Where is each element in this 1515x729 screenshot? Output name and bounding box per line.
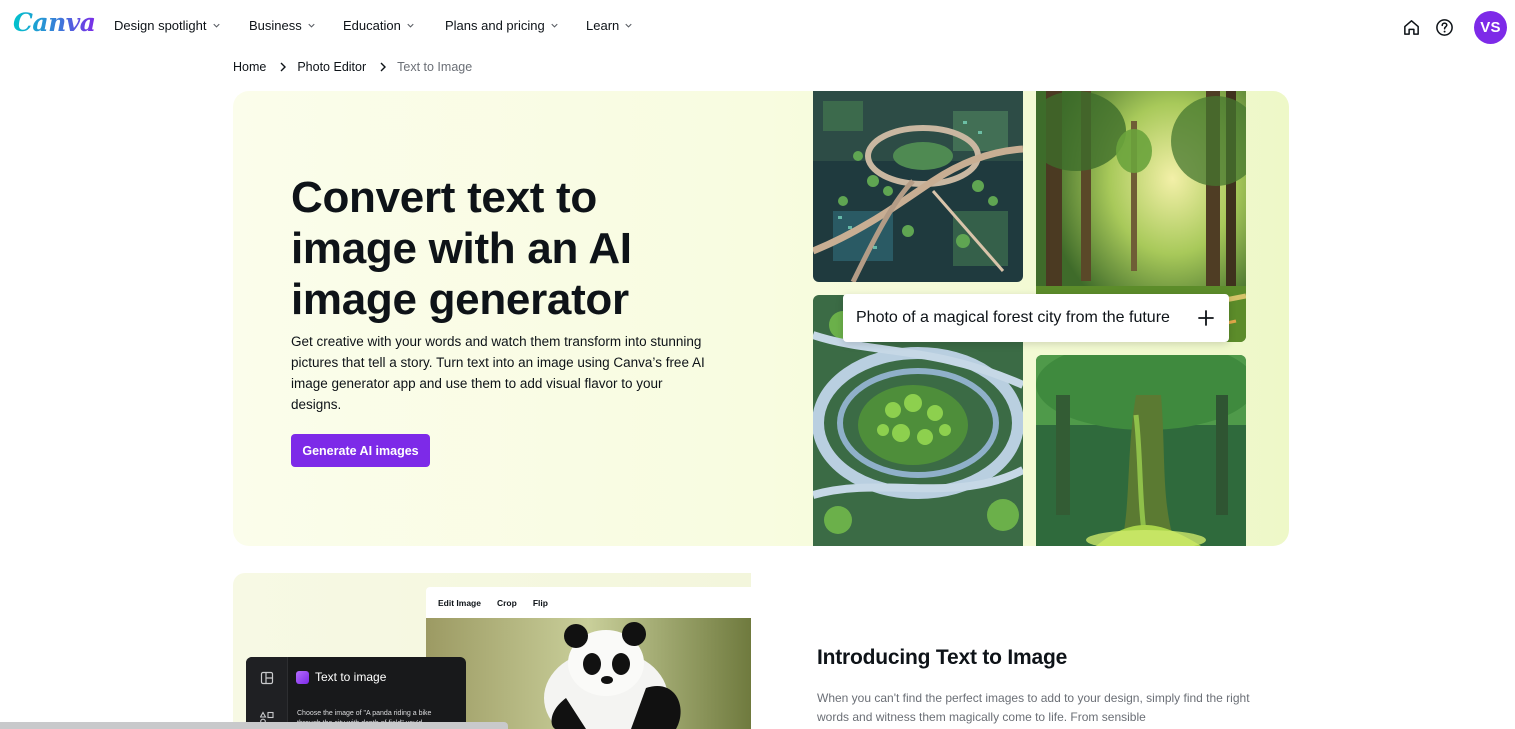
home-button[interactable] — [1400, 16, 1422, 38]
canva-logo[interactable]: Canva — [13, 8, 96, 37]
plus-icon[interactable] — [1197, 309, 1215, 327]
editor-toolbar: Edit Image Crop Flip — [426, 587, 751, 618]
panda-image — [426, 618, 751, 729]
nav-plans-and-pricing[interactable]: Plans and pricing — [445, 18, 560, 33]
top-navigation: Canva Design spotlight Business Educatio… — [0, 0, 1515, 54]
hero-section: Convert text to image with an AI image g… — [233, 91, 1289, 546]
chevron-right-icon — [280, 62, 287, 72]
text-to-image-icon — [296, 670, 309, 684]
nav-label: Learn — [586, 18, 620, 33]
nav-label: Plans and pricing — [445, 18, 545, 33]
breadcrumb-photo-editor[interactable]: Photo Editor — [297, 60, 366, 74]
generate-ai-images-button[interactable]: Generate AI images — [291, 434, 430, 467]
nav-design-spotlight[interactable]: Design spotlight — [114, 18, 222, 33]
ai-image-giant-tree — [1036, 355, 1246, 546]
chevron-down-icon — [625, 23, 632, 28]
home-icon — [1403, 19, 1419, 35]
chevron-right-icon — [380, 62, 387, 72]
nav-label: Design spotlight — [114, 18, 207, 33]
help-icon — [1435, 18, 1453, 36]
editor-side-rail — [246, 657, 288, 729]
editor-preview: Edit Image Crop Flip Text to image Choos… — [233, 573, 751, 729]
intro-title: Introducing Text to Image — [817, 646, 1068, 669]
help-button[interactable] — [1433, 16, 1455, 38]
hero-description: Get creative with your words and watch t… — [291, 334, 705, 412]
nav-education[interactable]: Education — [343, 18, 416, 33]
prompt-text: Photo of a magical forest city from the … — [856, 309, 1170, 326]
ai-image-futuristic-city — [813, 91, 1023, 282]
nav-label: Business — [249, 18, 302, 33]
layout-icon[interactable] — [260, 671, 274, 685]
nav-learn[interactable]: Learn — [586, 18, 634, 33]
user-avatar[interactable]: VS — [1474, 11, 1507, 44]
panel-title: Text to image — [296, 670, 386, 684]
edit-image-button[interactable]: Edit Image — [438, 598, 481, 608]
text-to-image-panel: Text to image Choose the image of "A pan… — [246, 657, 466, 729]
chevron-down-icon — [212, 23, 220, 28]
crop-button[interactable]: Crop — [497, 598, 517, 608]
chevron-down-icon — [308, 23, 315, 28]
nav-business[interactable]: Business — [249, 18, 317, 33]
panel-title-text: Text to image — [315, 670, 387, 684]
prompt-card[interactable]: Photo of a magical forest city from the … — [843, 294, 1229, 342]
chevron-down-icon — [407, 23, 414, 28]
breadcrumb-home[interactable]: Home — [233, 60, 266, 74]
hero-title: Convert text to image with an AI image g… — [291, 173, 632, 324]
horizontal-scrollbar[interactable] — [0, 722, 508, 729]
chevron-down-icon — [551, 23, 558, 28]
flip-button[interactable]: Flip — [533, 598, 548, 608]
intro-body: When you can't find the perfect images t… — [817, 691, 1250, 724]
breadcrumb: Home Photo Editor Text to Image — [233, 59, 472, 75]
breadcrumb-current: Text to Image — [397, 60, 473, 74]
nav-label: Education — [343, 18, 401, 33]
